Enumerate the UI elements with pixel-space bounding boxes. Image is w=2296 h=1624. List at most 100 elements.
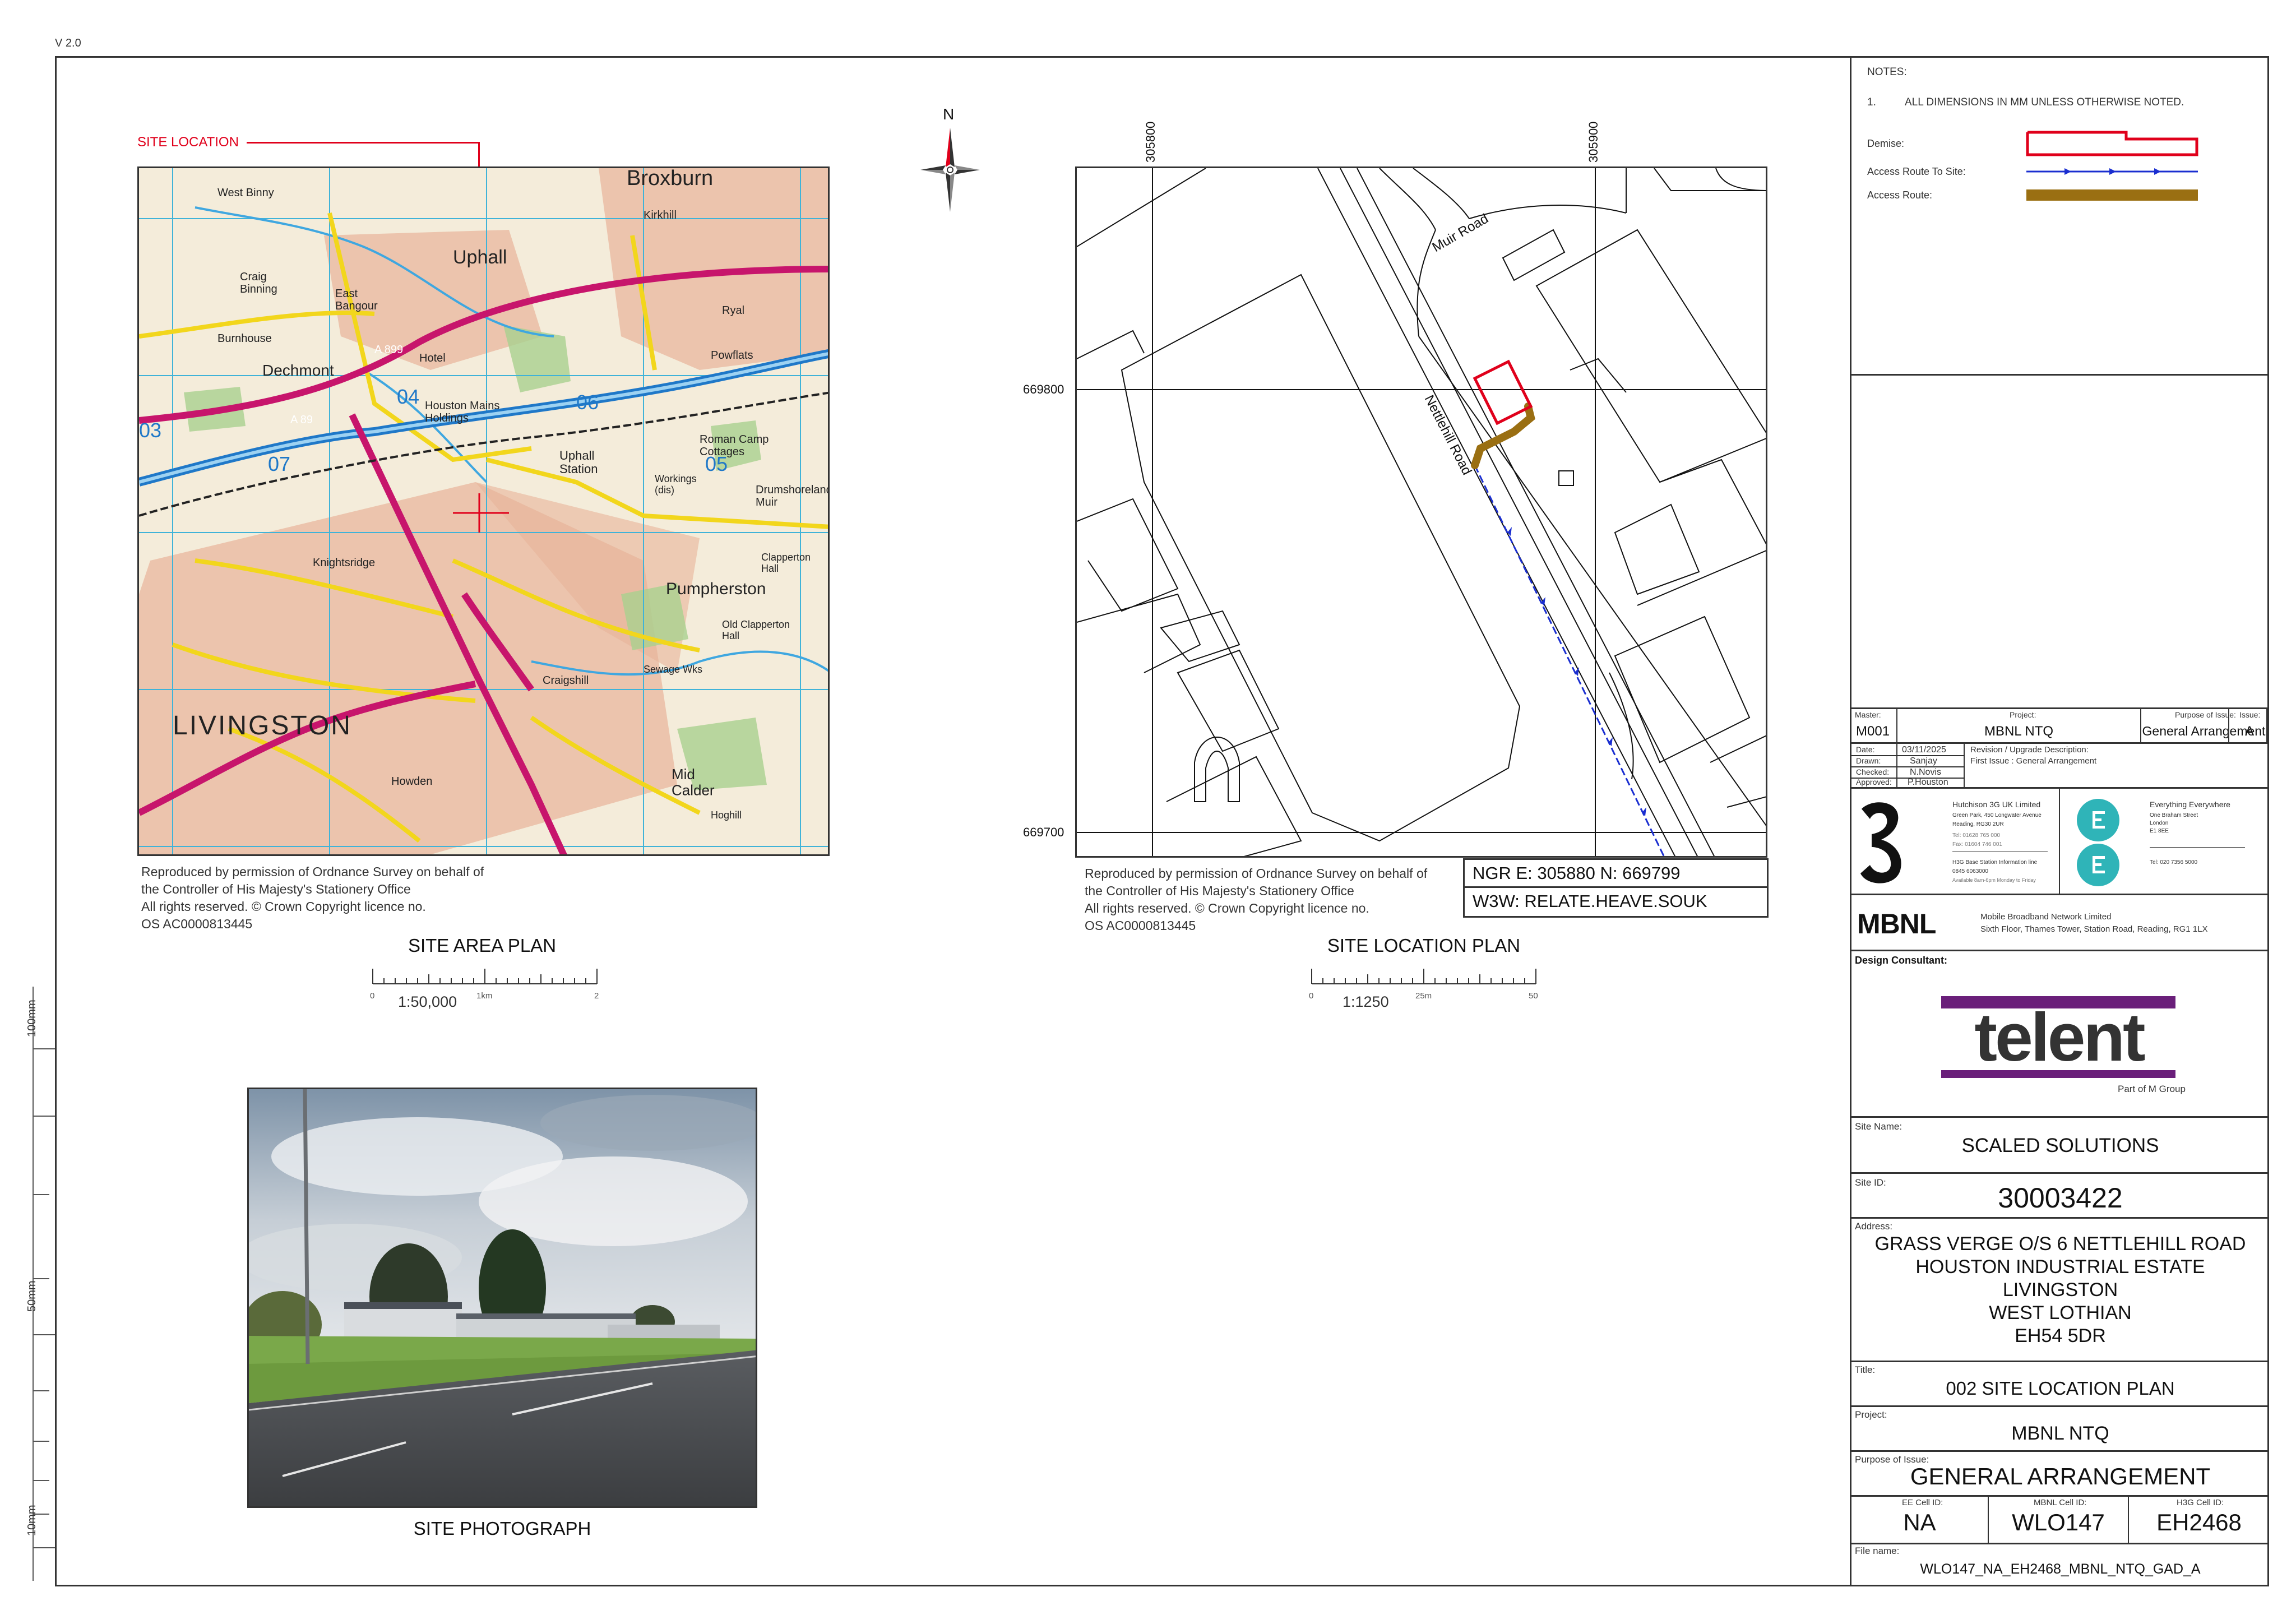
h3g-cell-value: EH2468 [2156,1509,2242,1535]
address-line-4: WEST LOTHIAN [1989,1302,2132,1324]
site-location-label: SITE LOCATION [137,135,239,150]
grid-label-04: 04 [397,385,419,408]
legend-access-swatch [2026,189,2198,201]
revision-row: Date: Drawn: Checked: Approved: 03/11/20… [1851,744,2269,789]
drawn-value: Sanjay [1910,756,1937,766]
master-row: Master: M001 Project: MBNL NTQ Purpose o… [1851,709,2269,744]
map-label-burnhouse: Burnhouse [217,332,272,345]
site-location-map: Muir Road Nettlehill Road [1075,166,1767,858]
ngr-text: NGR E: 305880 N: 669799 [1465,860,1767,888]
map-label-knightsridge: Knightsridge [313,557,375,569]
northing-label-1: 669800 [1023,382,1064,396]
note-1-number: 1. [1867,96,1876,108]
map-label-hotel: Hotel [419,352,446,364]
line-map-graphic: Muir Road Nettlehill Road [1077,168,1766,856]
scale-ruler-graphic [372,969,598,984]
address-line-2: HOUSTON INDUSTRIAL ESTATE [1915,1256,2205,1278]
map-label-powflats: Powflats [711,349,753,362]
drawing-title-value: 002 SITE LOCATION PLAN [1946,1378,2175,1399]
scale-ruler-graphic [1311,969,1536,984]
approved-value: P.Houston [1908,778,1948,787]
legend-demise-swatch [2026,131,2198,156]
area-map-credit: Reproduced by permission of Ordnance Sur… [141,864,484,931]
grid-label-07: 07 [268,452,290,475]
project-name-value: MBNL NTQ [2011,1423,2109,1444]
checked-value: N.Novis [1910,767,1942,777]
map-label-pumpherston: Pumpherston [666,580,766,598]
map-label-craigshill: Craigshill [543,674,589,687]
easting-label-1: 305800 [1144,121,1158,163]
road-label-nettlehill: Nettlehill Road [1422,392,1475,477]
map-label-dechmont: Dechmont [262,362,334,379]
title-block: NOTES: 1. ALL DIMENSIONS IN MM UNLESS OT… [1850,56,2269,1586]
purpose-of-issue-value: GENERAL ARRANGEMENT [1910,1463,2211,1489]
legend-demise-label: Demise: [1867,138,1905,149]
date-value: 03/11/2025 [1902,745,1946,755]
ngr-box: NGR E: 305880 N: 669799 W3W: RELATE.HEAV… [1463,858,1769,918]
site-id-value: 30003422 [1998,1182,2123,1214]
legend-access-site-swatch [2026,168,2198,175]
margin-50mm: 50mm [26,1280,38,1312]
margin-10mm: 10mm [26,1505,38,1536]
map-label-uphall: Uphall [453,247,507,268]
mbnl-row: MBNL Mobile Broadband Network Limited Si… [1851,895,2269,951]
operators-row: Hutchison 3G UK Limited Green Park, 450 … [1851,789,2269,895]
map-label-uphall-station: Uphall Station [559,448,598,476]
mbnl-logo: MBNL [1857,908,1936,940]
map-label-broxburn: Broxburn [627,168,713,190]
easting-label-2: 305900 [1586,121,1600,163]
filename-value: WLO147_NA_EH2468_MBNL_NTQ_GAD_A [1920,1561,2201,1577]
map-label-hoghill: Hoghill [711,809,742,821]
notes-section: NOTES: 1. ALL DIMENSIONS IN MM UNLESS OT… [1851,56,2269,376]
telent-logo: telent [1974,999,2145,1075]
legend-access-label: Access Route: [1867,189,1933,201]
address-row: Address: GRASS VERGE O/S 6 NETTLEHILL RO… [1851,1219,2269,1362]
project-value: MBNL NTQ [1984,724,2054,739]
notes-heading: NOTES: [1867,66,1907,78]
version-label: V 2.0 [55,37,81,49]
revision-value: First Issue : General Arrangement [1970,756,2097,766]
drawing-title-row: Title: 002 SITE LOCATION PLAN [1851,1362,2269,1407]
grid-label-06: 06 [576,391,599,414]
north-label: N [943,105,955,123]
location-map-credit: Reproduced by permission of Ordnance Sur… [1085,866,1428,933]
address-line-3: LIVINGSTON [2002,1279,2118,1301]
ee-name: Everything Everywhere [2150,800,2230,809]
map-label-sewage: Sewage Wks [644,664,702,675]
map-label-kirkhill: Kirkhill [644,209,677,221]
blank-section [1851,376,2269,709]
north-arrow: N [919,105,981,218]
margin-100mm: 100mm [26,1000,38,1037]
cell-ids-row: EE Cell ID: NA MBNL Cell ID: WLO147 H3G … [1851,1497,2269,1544]
purpose-row: Purpose of Issue: GENERAL ARRANGEMENT [1851,1452,2269,1497]
area-plan-title: SITE AREA PLAN [408,935,557,956]
ee-logo-icon [2077,799,2119,886]
site-id-row: Site ID: 30003422 [1851,1174,2269,1219]
three-logo-icon [1860,802,1901,883]
os-map-graphic: Broxburn Uphall Dechmont LIVINGSTON Pump… [139,168,828,854]
compass-icon [920,128,980,212]
three-name: Hutchison 3G UK Limited [1952,800,2041,809]
map-label-west-binny: West Binny [217,187,274,199]
northing-label-2: 669700 [1023,825,1064,839]
site-name-row: Site Name: SCALED SOLUTIONS [1851,1118,2269,1174]
note-1-text: ALL DIMENSIONS IN MM UNLESS OTHERWISE NO… [1905,96,2184,108]
road-label-a899: A 899 [374,344,403,356]
ee-cell-value: NA [1903,1509,1936,1535]
legend-access-site-label: Access Route To Site: [1867,166,1966,177]
location-scale-bar: 0 1:1250 25m 50 [1309,964,1539,1020]
issue-value: A [2245,724,2255,739]
w3w-text: W3W: RELATE.HEAVE.SOUK [1473,891,1707,911]
photo-title: SITE PHOTOGRAPH [413,1518,591,1539]
grid-label-03: 03 [139,419,161,442]
grid-label-05: 05 [705,452,728,475]
mbnl-cell-value: WLO147 [2012,1509,2105,1535]
address-line-5: EH54 5DR [2015,1325,2106,1347]
address-line-1: GRASS VERGE O/S 6 NETTLEHILL ROAD [1874,1233,2246,1255]
site-area-map: Broxburn Uphall Dechmont LIVINGSTON Pump… [137,166,830,856]
design-consultant-row: Design Consultant: telent Part of M Grou… [1851,951,2269,1118]
map-label-livingston: LIVINGSTON [173,711,352,741]
map-label-howden: Howden [391,775,432,788]
site-name-value: SCALED SOLUTIONS [1961,1135,2159,1156]
road-label-a89: A 89 [290,414,313,426]
